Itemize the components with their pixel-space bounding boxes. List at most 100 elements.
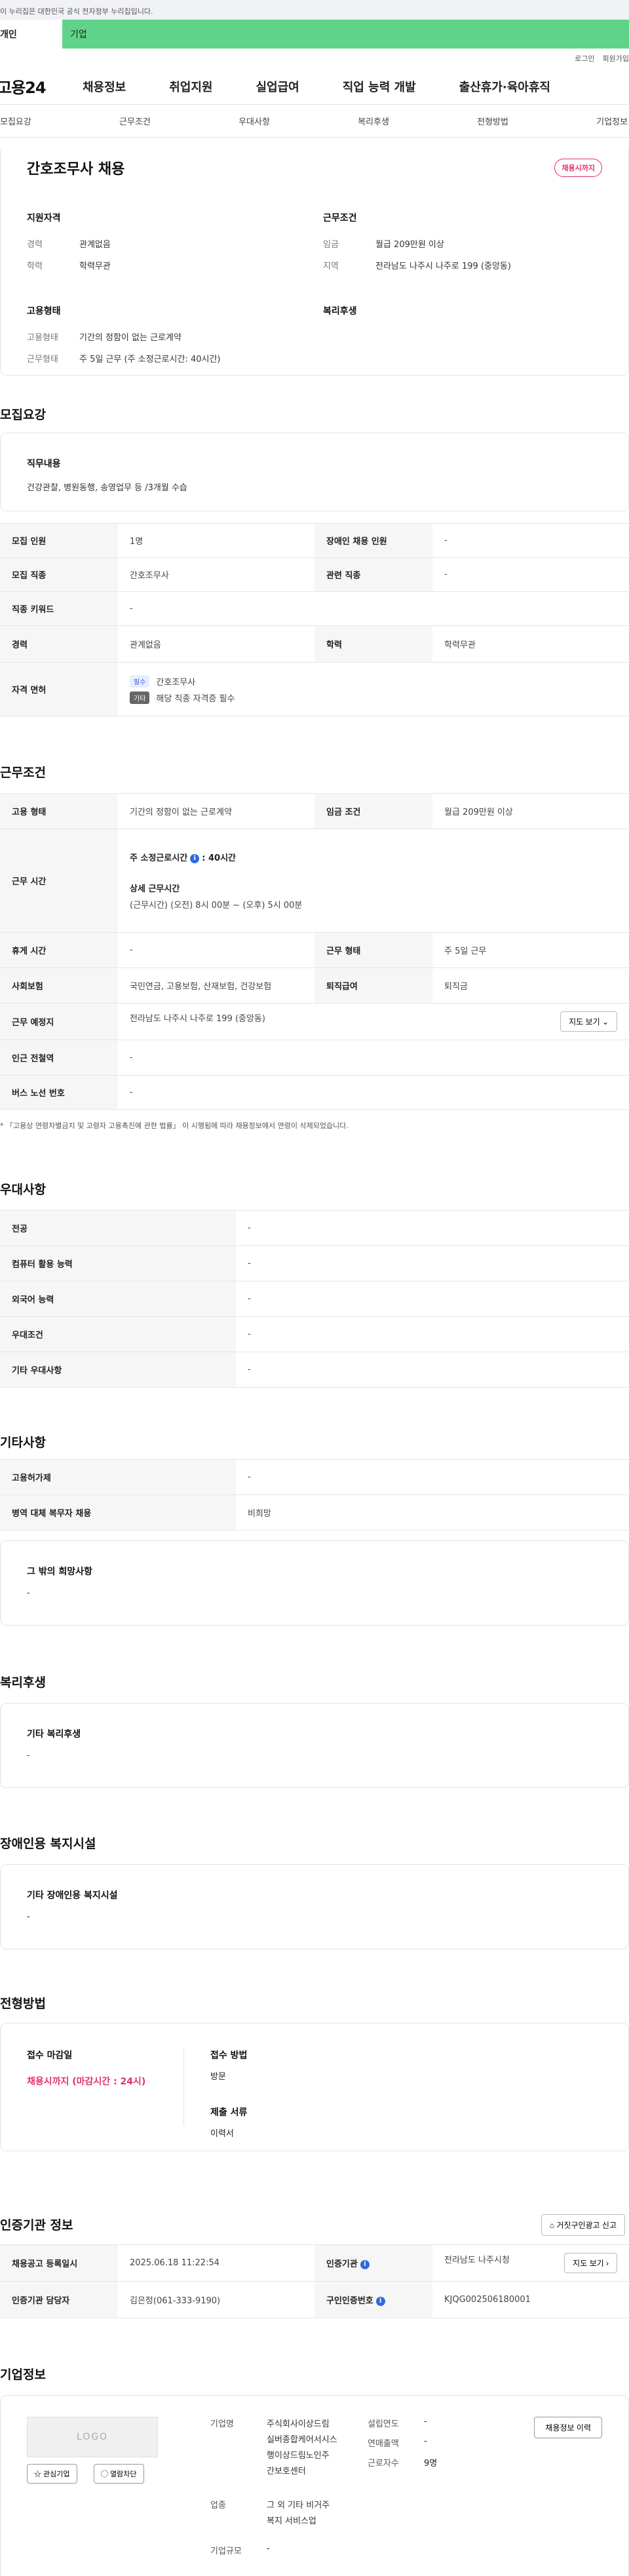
job-history-button[interactable]: 채용정보 이력	[534, 2417, 602, 2438]
job-label: 모집 직종	[0, 557, 118, 592]
block-view-button[interactable]: ◯ 열람차단	[94, 2464, 144, 2484]
edu-req-value: 학력무관	[432, 625, 629, 663]
employment-type-label: 고용형태	[27, 333, 58, 343]
industry-value: 그 외 기타 비거주 복지 서비스업	[267, 2501, 330, 2526]
staff-row: 근로자수 9명	[368, 2456, 437, 2469]
agency-cell: 전라남도 나주시청 지도 보기 ›	[432, 2244, 629, 2282]
hours-detail-heading: 상세 근무시간	[130, 884, 180, 894]
gnb-item-parental-leave[interactable]: 출산휴가·육아휴직	[459, 78, 550, 95]
sales-label: 연매출액	[368, 2439, 399, 2449]
wage-label: 임금	[323, 240, 339, 250]
login-link[interactable]: 로그인	[575, 53, 594, 64]
founded-row: 설립연도 -	[368, 2417, 427, 2429]
info-icon[interactable]: i	[190, 853, 200, 863]
tab-recruit[interactable]: 모집요강	[0, 115, 31, 127]
military-value: 비희망	[236, 1494, 629, 1531]
gnb-item-training[interactable]: 직업 능력 개발	[343, 78, 416, 95]
agency-map-button[interactable]: 지도 보기 ›	[564, 2253, 617, 2273]
tab-company[interactable]: 기업	[62, 20, 124, 49]
tab-company-info[interactable]: 기업정보	[596, 115, 628, 127]
summary-conditions: 근무조건 임금 월급 209만원 이상 지역 전라남도 나주시 나주로 199 (중…	[323, 211, 619, 281]
wage-value: 월급 209만원 이상	[432, 793, 629, 829]
work-form-value: 주 5일 근무 (주 소정근로시간: 40시간)	[79, 355, 221, 364]
company-card: LOGO ☆ 관심기업 ◯ 열람차단 기업명 주식회사이상드림 실버종합케어서시…	[0, 2395, 629, 2576]
selection-card: 접수 마감일 채용시까지 (마감시간 : 24시) 접수 방법 방문 제출 서류…	[0, 2023, 629, 2151]
age-notice: * 「고용상 연령차별금지 및 고령자 고용촉진에 관한 법률」 이 시행됨에 …	[0, 1122, 349, 1130]
career-label: 경력	[27, 240, 43, 250]
table-row: 버스 노선 번호 -	[0, 1075, 629, 1110]
tab-preferences[interactable]: 우대사항	[238, 115, 270, 127]
other-wishes-heading: 그 밖의 희망사항	[27, 1567, 92, 1577]
report-fake-ad-button[interactable]: ⌂ 거짓구인광고 신고	[541, 2214, 625, 2236]
license-label: 자격 면허	[0, 662, 118, 716]
tab-welfare[interactable]: 복리후생	[358, 115, 389, 127]
gnb-item-employment-support[interactable]: 취업지원	[169, 78, 212, 95]
work-table: 고용 형태 기간의 정함이 없는 근로계약 임금 조건 월급 209만원 이상 …	[0, 793, 629, 1110]
site-logo[interactable]: 고용24	[0, 75, 83, 98]
work-form-value: 주 5일 근무	[432, 932, 629, 968]
deadline-heading: 접수 마감일	[27, 2050, 73, 2061]
employment-heading: 고용형태	[27, 306, 61, 317]
docs-value: 이력서	[210, 2129, 234, 2139]
table-row: 기타 우대사항 -	[0, 1352, 629, 1388]
job-summary: 간호조무사 채용 채용시까지 지원자격 경력 관계없음 학력 학력무관 근무조건 임…	[0, 149, 629, 376]
disabled-count-label: 장애인 채용 인원	[314, 523, 432, 558]
tab-selection[interactable]: 전형방법	[477, 115, 508, 127]
company-size-row: 기업규모 -	[210, 2544, 270, 2556]
wage-value: 월급 209만원 이상	[375, 240, 444, 250]
tab-personal[interactable]: 개인	[0, 20, 62, 49]
staff-value: 9명	[424, 2459, 438, 2469]
employment-type-label: 고용 형태	[0, 793, 118, 829]
other-tag: 기타	[130, 691, 150, 704]
table-row: 고용허가제 -	[0, 1459, 629, 1495]
gnb-item-jobs[interactable]: 채용정보	[83, 78, 126, 95]
agency-label-text: 인증기관	[326, 2259, 358, 2269]
welfare-card: 기타 복리후생 -	[0, 1703, 629, 1788]
util-links: 로그인 회원가입	[0, 49, 629, 68]
table-row: 채용공고 등록일시 2025.06.18 11:22:54 인증기관 i 전라남도…	[0, 2244, 629, 2282]
job-value: 간호조무사	[118, 557, 314, 592]
license-note: 해당 직종 자격증 필수	[156, 693, 235, 704]
welfare-heading: 복리후생	[323, 306, 357, 317]
sales-row: 연매출액 -	[368, 2436, 427, 2449]
subway-value: -	[118, 1040, 629, 1076]
table-row: 컴퓨터 활용 능력 -	[0, 1245, 629, 1281]
region-value: 전라남도 나주시 나주로 199 (중앙동)	[375, 262, 511, 271]
summary-employment: 고용형태 고용형태 기간의 정함이 없는 근로계약 근무형태 주 5일 근무 (주 …	[27, 304, 323, 374]
map-view-button[interactable]: 지도 보기 ⌄	[560, 1011, 617, 1032]
tab-work-conditions[interactable]: 근무조건	[119, 115, 151, 127]
table-row: 우대조건 -	[0, 1316, 629, 1352]
company-logo-placeholder: LOGO	[27, 2417, 158, 2457]
rest-label: 휴게 시간	[0, 932, 118, 968]
section-title-selection: 전형방법	[0, 1997, 46, 2011]
table-row: 근무 시간 주 소정근로시간 i: 40시간 상세 근무시간 (근무시간) (오전…	[0, 829, 629, 933]
license-cell: 필수 간호조무사 기타 해당 직종 자격증 필수	[118, 662, 629, 716]
disabled-count-value: -	[432, 523, 629, 558]
deadline-value: 채용시까지 (마감시간 : 24시)	[27, 2077, 146, 2087]
career-req-value: 관계없음	[118, 625, 314, 663]
agency-value: 전라남도 나주시청	[444, 2255, 510, 2265]
company-size-label: 기업규모	[210, 2547, 242, 2556]
preferences-table: 전공 - 컴퓨터 활용 능력 - 외국어 능력 - 우대조건 - 기타 우대사항 -	[0, 1210, 629, 1388]
manager-value: 김은정(061-333-9190)	[118, 2281, 314, 2318]
table-row: 휴게 시간 - 근무 형태 주 5일 근무	[0, 932, 629, 968]
education-value: 학력무관	[79, 262, 111, 271]
job-title: 간호조무사 채용	[27, 161, 125, 178]
related-job-label: 관련 직종	[314, 557, 432, 592]
insurance-value: 국민연금, 고용보험, 산재보험, 건강보험	[118, 967, 314, 1004]
weekly-hours-label: 주 소정근로시간	[130, 853, 188, 863]
join-link[interactable]: 회원가입	[603, 53, 629, 64]
info-icon[interactable]: i	[375, 2296, 385, 2306]
founded-label: 설립연도	[368, 2419, 399, 2429]
company-size-value: -	[267, 2544, 270, 2554]
reg-date-value: 2025.06.18 11:22:54	[118, 2244, 314, 2282]
info-icon[interactable]: i	[360, 2259, 370, 2269]
favorite-company-button[interactable]: ☆ 관심기업	[27, 2464, 77, 2484]
major-label: 전공	[0, 1210, 236, 1246]
industry-label: 업종	[210, 2501, 226, 2510]
table-row: 모집 직종 간호조무사 관련 직종 -	[0, 557, 629, 592]
retirement-label: 퇴직급여	[314, 967, 432, 1004]
section-title-disabled-facilities: 장애인용 복지시설	[0, 1837, 96, 1851]
gnb-item-unemployment[interactable]: 실업급여	[256, 78, 299, 95]
preference-label: 우대조건	[0, 1316, 236, 1352]
